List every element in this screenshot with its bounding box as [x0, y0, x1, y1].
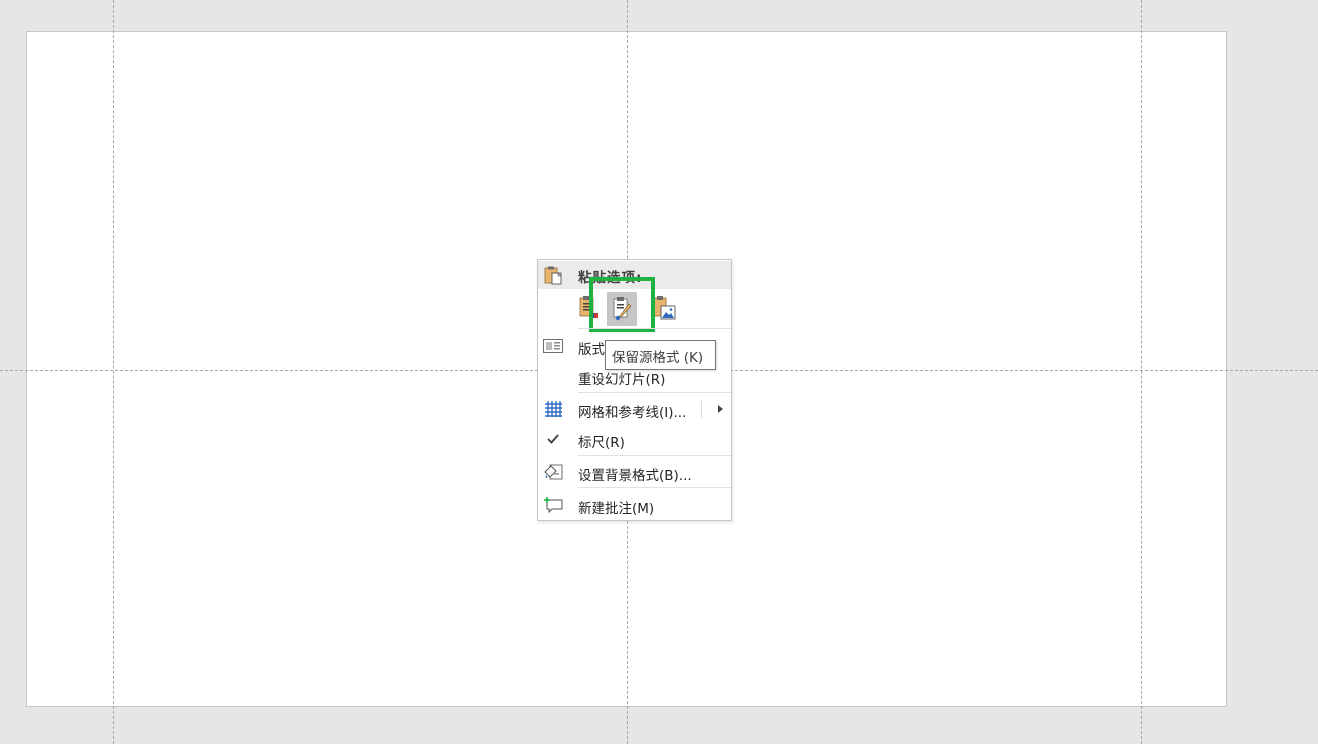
- vertical-guide-right[interactable]: [1141, 0, 1142, 744]
- paste-as-picture-icon: [653, 296, 676, 320]
- new-comment-icon: [543, 496, 563, 514]
- menu-item-label: 标尺(R): [578, 435, 625, 451]
- menu-separator: [578, 455, 731, 456]
- keep-source-formatting-highlight: [589, 277, 655, 332]
- submenu-divider: [701, 401, 702, 418]
- menu-separator: [578, 392, 731, 393]
- menu-item-grid-and-guides[interactable]: 网格和参考线(I)...: [538, 394, 731, 424]
- submenu-arrow-icon: [718, 405, 723, 413]
- menu-separator: [578, 487, 731, 488]
- menu-item-new-comment[interactable]: 新建批注(M): [538, 490, 731, 520]
- menu-item-label: 重设幻灯片(R): [578, 372, 666, 388]
- vertical-guide-left[interactable]: [113, 0, 114, 744]
- layout-icon: [543, 337, 563, 355]
- menu-item-label: 版式: [578, 342, 605, 358]
- context-menu: 粘贴选项: 版式 重设幻灯片(R) 网格和参考线(I)... 标尺(R) 设置背…: [537, 259, 732, 521]
- tooltip: 保留源格式 (K): [605, 340, 716, 370]
- grid-icon: [543, 400, 563, 418]
- menu-item-label: 新建批注(M): [578, 501, 655, 517]
- clipboard-icon: [543, 265, 563, 285]
- menu-item-format-background[interactable]: 设置背景格式(B)...: [538, 457, 731, 487]
- menu-separator: [578, 328, 731, 329]
- menu-item-label: 设置背景格式(B)...: [578, 468, 692, 484]
- menu-item-ruler[interactable]: 标尺(R): [538, 424, 731, 454]
- checkmark-icon: [543, 430, 563, 448]
- format-background-icon: [543, 463, 563, 481]
- menu-item-label: 网格和参考线(I)...: [578, 405, 687, 421]
- paste-as-picture-button[interactable]: [651, 292, 681, 326]
